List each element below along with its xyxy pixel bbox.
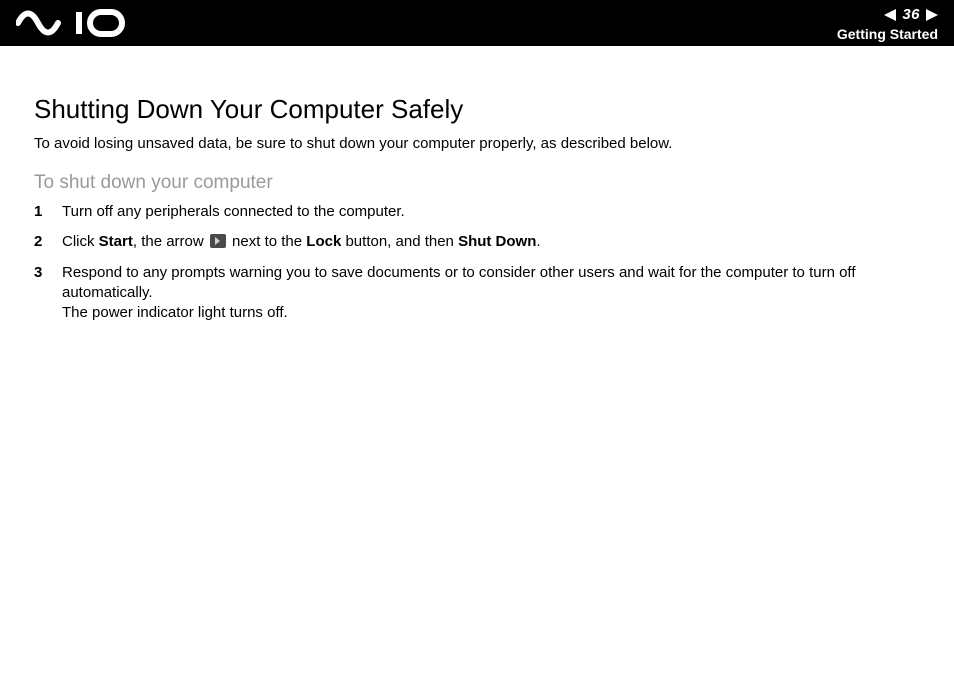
step-text: Turn off any peripherals connected to th… <box>62 202 934 222</box>
step-number: 1 <box>34 202 62 222</box>
page-title: Shutting Down Your Computer Safely <box>34 94 934 125</box>
step-3: 3 Respond to any prompts warning you to … <box>34 263 934 324</box>
page-nav: 36 <box>884 5 938 25</box>
text: . <box>536 233 540 250</box>
next-page-icon[interactable] <box>926 9 938 21</box>
step-number: 3 <box>34 263 62 283</box>
text: button, and then <box>341 233 458 250</box>
text: , the arrow <box>133 233 208 250</box>
step-1: 1 Turn off any peripherals connected to … <box>34 202 934 222</box>
header-nav: 36 Getting Started <box>837 0 942 46</box>
text: Click <box>62 233 99 250</box>
steps-list: 1 Turn off any peripherals connected to … <box>34 202 934 323</box>
step-2: 2 Click Start, the arrow next to the Loc… <box>34 232 934 252</box>
step-text: Click Start, the arrow next to the Lock … <box>62 232 934 252</box>
vaio-logo <box>16 0 136 46</box>
step-number: 2 <box>34 232 62 252</box>
arrow-button-icon <box>210 234 226 248</box>
page-number: 36 <box>902 6 920 23</box>
vaio-logo-svg <box>16 8 136 38</box>
text: next to the <box>228 233 306 250</box>
bold-start: Start <box>99 233 133 250</box>
prev-page-icon[interactable] <box>884 9 896 21</box>
bold-shutdown: Shut Down <box>458 233 536 250</box>
intro-paragraph: To avoid losing unsaved data, be sure to… <box>34 135 934 152</box>
header-bar: 36 Getting Started <box>0 0 954 46</box>
step-text: Respond to any prompts warning you to sa… <box>62 263 934 324</box>
page-content: Shutting Down Your Computer Safely To av… <box>0 46 954 323</box>
text-line: Respond to any prompts warning you to sa… <box>62 264 855 301</box>
procedure-subtitle: To shut down your computer <box>34 172 934 194</box>
section-label: Getting Started <box>837 26 938 42</box>
bold-lock: Lock <box>306 233 341 250</box>
text-line: The power indicator light turns off. <box>62 304 288 321</box>
